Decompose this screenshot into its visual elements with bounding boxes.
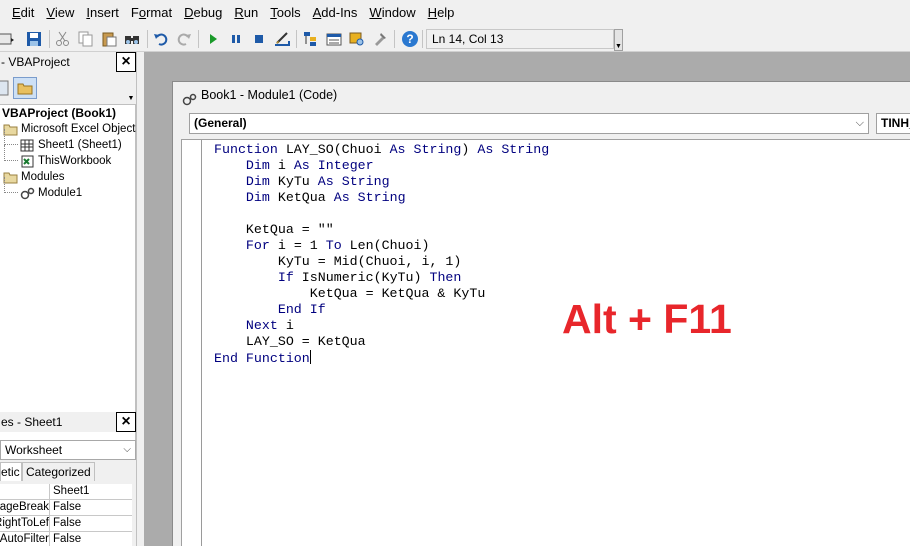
copy-icon[interactable] (76, 29, 96, 49)
code-line-7: For i = 1 To Len(Chuoi) (245, 238, 430, 253)
paste-icon[interactable] (99, 29, 119, 49)
code-line-9: If IsNumeric(KyTu) Then (277, 270, 462, 285)
tab-categorized[interactable]: Categorized (22, 462, 95, 481)
save-icon[interactable] (24, 29, 44, 49)
run-icon[interactable] (203, 29, 223, 49)
object-browser-icon[interactable] (347, 29, 367, 49)
menu-insert[interactable]: Insert (80, 0, 125, 26)
code-window-title: Book1 - Module1 (Code) (173, 82, 910, 109)
toolbar-options-icon[interactable]: ▼ (614, 29, 623, 51)
code-line-8: KyTu = Mid(Chuoi, i, 1) (214, 254, 462, 269)
tree-node-module1[interactable]: Module1 (4, 177, 82, 201)
code-line-2: Dim i As Integer (245, 158, 374, 173)
menu-add-ins[interactable]: Add-Ins (307, 0, 364, 26)
reset-icon[interactable] (249, 29, 269, 49)
code-line-13: LAY_SO = KetQua (214, 334, 366, 349)
procedure-combo[interactable]: TINH_ (876, 113, 910, 134)
menu-view[interactable]: View (40, 0, 80, 26)
properties-tabs: etic Categorized (0, 462, 95, 482)
code-window: Book1 - Module1 (Code) (General) ⌵ TINH_… (172, 81, 910, 546)
left-dock-panel: - VBAProject × ▼ VBAProject (Book1) Micr… (0, 52, 141, 546)
property-row[interactable]: AutoFilter False (0, 532, 132, 546)
menu-run[interactable]: Run (228, 0, 264, 26)
object-combo[interactable]: (General) ⌵ (189, 113, 869, 134)
tree-node-sheet1[interactable]: Sheet1 (Sheet1) (4, 129, 122, 153)
menu-window[interactable]: Window (363, 0, 421, 26)
project-explorer-toolbar: ▼ (0, 76, 136, 102)
toolbox-icon[interactable] (370, 29, 390, 49)
code-line-10: KetQua = KetQua & KyTu (214, 286, 486, 301)
code-line-6: KetQua = "" (214, 222, 334, 237)
design-mode-icon[interactable] (272, 29, 292, 49)
properties-title: es - Sheet1 × (0, 412, 136, 432)
properties-window-icon[interactable] (324, 29, 344, 49)
find-icon[interactable] (122, 29, 142, 49)
help-icon[interactable]: ? (400, 29, 420, 49)
code-line-3: Dim KyTu As String (245, 174, 390, 189)
shortcut-overlay-label: Alt + F11 (562, 296, 732, 342)
tree-node-vbaproject[interactable]: VBAProject (Book1) (2, 105, 116, 121)
module-icon (20, 187, 35, 200)
module-icon (182, 89, 198, 116)
menu-help[interactable]: Help (422, 0, 461, 26)
redo-icon[interactable] (174, 29, 194, 49)
property-row[interactable]: Sheet1 (0, 484, 132, 500)
chevron-down-icon: ⌵ (123, 444, 131, 455)
code-line-14: End Function (214, 350, 311, 366)
project-toolbar-options-icon[interactable]: ▼ (126, 76, 136, 102)
break-icon[interactable] (226, 29, 246, 49)
project-explorer-title: - VBAProject × (0, 52, 136, 72)
panel-splitter[interactable] (136, 52, 144, 546)
workbook-icon (20, 155, 35, 168)
code-line-11: End If (277, 302, 326, 317)
view-object-icon[interactable] (0, 78, 12, 98)
cursor-position-status: Ln 14, Col 13 (426, 29, 614, 49)
standard-toolbar: ? Ln 14, Col 13 ▼ (0, 26, 910, 52)
menu-debug[interactable]: Debug (178, 0, 228, 26)
property-row[interactable]: PageBreakFalse (0, 500, 132, 516)
properties-grid: Sheet1 PageBreakFalse RightToLefFalse Au… (0, 484, 132, 546)
project-tree: VBAProject (Book1) Microsoft Excel Objec… (0, 104, 141, 458)
chevron-down-icon: ⌵ (855, 117, 864, 129)
code-editor[interactable]: Function LAY_SO(Chuoi As String) As Stri… (181, 139, 910, 546)
code-text[interactable]: Function LAY_SO(Chuoi As String) As Stri… (214, 142, 549, 367)
close-properties-button[interactable]: × (116, 412, 136, 432)
property-row[interactable]: RightToLefFalse (0, 516, 132, 532)
properties-object-select[interactable]: Worksheet ⌵ (0, 440, 136, 460)
text-caret (309, 350, 311, 364)
code-line-1: Function LAY_SO(Chuoi As String) As Stri… (214, 142, 550, 157)
margin-indicator-bar[interactable] (182, 140, 202, 546)
undo-icon[interactable] (151, 29, 171, 49)
project-explorer-icon[interactable] (301, 29, 321, 49)
menu-tools[interactable]: Tools (264, 0, 306, 26)
code-line-12: Next i (245, 318, 294, 333)
menu-edit[interactable]: Edit (6, 0, 40, 26)
worksheet-icon (20, 139, 35, 152)
tree-node-excel-objects[interactable]: Microsoft Excel Objects (3, 121, 141, 137)
tab-alphabetic[interactable]: etic (0, 462, 22, 481)
tree-node-thisworkbook[interactable]: ThisWorkbook (4, 145, 111, 169)
code-line-4: Dim KetQua As String (245, 190, 406, 205)
menu-format[interactable]: Format (125, 0, 178, 26)
insert-userform-icon[interactable] (0, 29, 16, 49)
cut-icon[interactable] (53, 29, 73, 49)
toggle-folders-icon[interactable] (13, 77, 37, 99)
close-project-explorer-button[interactable]: × (116, 52, 136, 72)
svg-text:?: ? (406, 32, 413, 46)
menu-bar: Edit View Insert Format Debug Run Tools … (0, 0, 910, 26)
